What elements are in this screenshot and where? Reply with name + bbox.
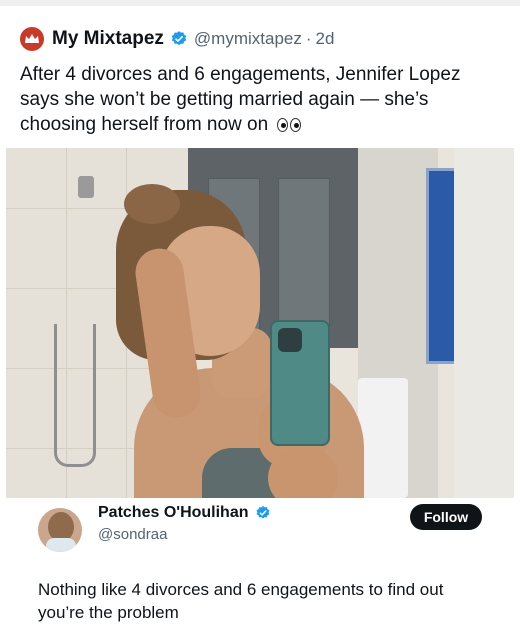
eye-right xyxy=(290,117,302,132)
screenshot-frame: My Mixtapez @mymixtapez · 2d After 4 div… xyxy=(0,0,520,640)
phone xyxy=(270,320,330,446)
crown-icon xyxy=(25,34,39,43)
hair-bun xyxy=(124,184,180,224)
tweet-text: After 4 divorces and 6 engagements, Jenn… xyxy=(20,62,490,137)
eye-left xyxy=(277,117,289,132)
avatar[interactable] xyxy=(38,508,82,552)
follow-button[interactable]: Follow xyxy=(410,504,482,530)
cabinet-door xyxy=(278,178,330,330)
towel xyxy=(358,378,408,498)
separator-dot: · xyxy=(305,29,312,48)
eyes-emoji-icon xyxy=(277,117,302,132)
tweet-display-name[interactable]: My Mixtapez xyxy=(52,28,164,50)
tweet-body: After 4 divorces and 6 engagements, Jenn… xyxy=(20,64,461,135)
reply-handle[interactable]: @sondraa xyxy=(98,526,167,543)
verified-badge-icon xyxy=(256,506,269,519)
tweet-photo[interactable] xyxy=(6,148,514,498)
shower-head xyxy=(78,176,94,198)
tweet-header: My Mixtapez @mymixtapez · 2d xyxy=(20,26,334,52)
top-border xyxy=(0,0,520,6)
right-wall xyxy=(454,148,514,498)
reply-name-row: Patches O'Houlihan xyxy=(98,504,277,522)
tweet-handle[interactable]: @mymixtapez xyxy=(194,29,302,49)
shower-hose xyxy=(54,324,96,467)
avatar-top xyxy=(46,538,76,552)
verified-badge-icon xyxy=(171,31,187,46)
reply-tweet: Patches O'Houlihan @sondraa Follow Nothi… xyxy=(24,498,504,628)
reply-display-name[interactable]: Patches O'Houlihan xyxy=(98,504,249,522)
crown-logo-icon[interactable] xyxy=(20,27,44,51)
reply-text: Nothing like 4 divorces and 6 engagement… xyxy=(38,580,444,622)
tweet-time[interactable]: 2d xyxy=(316,29,335,49)
phone-camera xyxy=(278,328,302,352)
forearm xyxy=(268,448,338,498)
